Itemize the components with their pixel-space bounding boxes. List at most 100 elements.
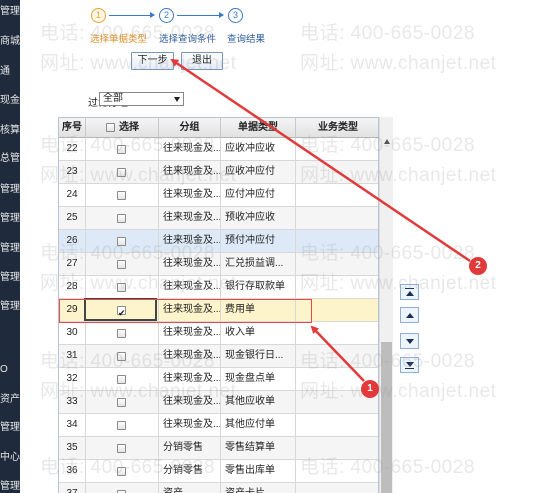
- sidebar-item[interactable]: 商城: [0, 35, 20, 49]
- move-to-bottom-button[interactable]: [400, 357, 419, 373]
- row-group: 分销零售: [159, 437, 221, 460]
- move-down-button[interactable]: [400, 333, 419, 349]
- row-checkbox[interactable]: [117, 467, 126, 476]
- row-checkbox[interactable]: [117, 214, 126, 223]
- table-row[interactable]: 22 往来现金及... 应收冲应收: [59, 138, 378, 161]
- header-doc-type[interactable]: 单据类型: [221, 118, 296, 138]
- row-select-cell[interactable]: [86, 345, 159, 368]
- table-row[interactable]: 36 分销零售 零售出库单: [59, 460, 378, 483]
- sidebar-item[interactable]: 管理: [0, 300, 20, 314]
- grid-scrollbar[interactable]: [379, 117, 393, 493]
- header-index[interactable]: 序号: [59, 118, 86, 138]
- exit-button[interactable]: 退出: [181, 52, 223, 70]
- row-select-cell[interactable]: [86, 483, 159, 493]
- sidebar-item[interactable]: 管理: [0, 183, 20, 197]
- row-select-cell[interactable]: [86, 460, 159, 483]
- table-row[interactable]: 32 往来现金及... 现金盘点单: [59, 368, 378, 391]
- row-checkbox[interactable]: [117, 168, 126, 177]
- table-row[interactable]: 37 资产资产卡片: [59, 483, 378, 493]
- row-checkbox[interactable]: [117, 352, 126, 361]
- row-select-cell[interactable]: [86, 276, 159, 299]
- row-select-cell[interactable]: [86, 207, 159, 230]
- row-biz-type: [296, 483, 378, 493]
- row-biz-type: [296, 414, 378, 437]
- row-checkbox[interactable]: [117, 398, 126, 407]
- table-row[interactable]: 35 分销零售 零售结算单: [59, 437, 378, 460]
- row-select-cell[interactable]: [86, 184, 159, 207]
- row-select-cell[interactable]: [86, 230, 159, 253]
- row-select-cell[interactable]: [86, 138, 159, 161]
- row-select-cell[interactable]: [86, 161, 159, 184]
- table-row[interactable]: 24 往来现金及... 应付冲应付: [59, 184, 378, 207]
- row-group: 往来现金及...: [159, 207, 221, 230]
- sidebar-item[interactable]: 中心: [0, 451, 20, 465]
- row-checkbox[interactable]: [117, 421, 126, 430]
- move-to-top-button[interactable]: [400, 284, 419, 300]
- step-1-circle: 1: [91, 8, 106, 23]
- row-checkbox[interactable]: [117, 260, 126, 269]
- row-group: 往来现金及...: [159, 276, 221, 299]
- row-select-cell[interactable]: [86, 391, 159, 414]
- table-row[interactable]: 27 往来现金及... 汇兑损益调...: [59, 253, 378, 276]
- row-checkbox[interactable]: [117, 375, 126, 384]
- table-row[interactable]: 26 往来现金及... 预付冲应付: [59, 230, 378, 253]
- header-group[interactable]: 分组: [159, 118, 221, 138]
- row-checkbox[interactable]: [117, 237, 126, 246]
- header-select[interactable]: 选择: [86, 118, 159, 138]
- row-doc-type: 零售结算单: [221, 437, 296, 460]
- row-biz-type: [296, 161, 378, 184]
- sidebar-item[interactable]: 现金: [0, 94, 20, 108]
- sidebar-item[interactable]: O: [0, 363, 20, 377]
- row-index: 26: [59, 230, 86, 253]
- row-checkbox[interactable]: [117, 145, 126, 154]
- row-checkbox[interactable]: [117, 329, 126, 338]
- row-index: 24: [59, 184, 86, 207]
- row-select-cell[interactable]: [86, 322, 159, 345]
- row-select-cell[interactable]: [86, 368, 159, 391]
- row-checkbox[interactable]: [117, 444, 126, 453]
- table-row[interactable]: 33 往来现金及... 其他应收单: [59, 391, 378, 414]
- header-biz-type[interactable]: 业务类型: [296, 118, 378, 138]
- row-group: 往来现金及...: [159, 345, 221, 368]
- table-row[interactable]: 31 往来现金及... 现金银行日...: [59, 345, 378, 368]
- row-doc-type: 零售出库单: [221, 460, 296, 483]
- sidebar-item[interactable]: 通: [0, 65, 20, 79]
- sidebar-item[interactable]: 总管: [0, 152, 20, 166]
- row-doc-type: 资产卡片: [221, 483, 296, 493]
- row-index: 34: [59, 414, 86, 437]
- sidebar-item[interactable]: 管理: [0, 421, 20, 435]
- scroll-up-arrow-icon[interactable]: [384, 139, 390, 144]
- move-up-button[interactable]: [400, 307, 419, 323]
- row-checkbox[interactable]: [117, 283, 126, 292]
- table-row[interactable]: 25 往来现金及... 预收冲应收: [59, 207, 378, 230]
- annotation-badge-1: 1: [361, 380, 379, 398]
- sidebar-item[interactable]: 管理: [0, 480, 20, 493]
- next-button[interactable]: 下一步: [131, 52, 174, 70]
- sidebar-item[interactable]: 核算: [0, 124, 20, 138]
- row-biz-type: [296, 207, 378, 230]
- table-row[interactable]: 28 往来现金及... 银行存取款单: [59, 276, 378, 299]
- select-all-checkbox[interactable]: [106, 123, 115, 132]
- sidebar-item[interactable]: 管理: [0, 242, 20, 256]
- scrollbar-thumb[interactable]: [381, 342, 392, 493]
- up-chevron-glyph: [406, 291, 414, 296]
- row-biz-type: [296, 253, 378, 276]
- row-select-cell[interactable]: [86, 253, 159, 276]
- row-select-cell[interactable]: [86, 414, 159, 437]
- row-biz-type: [296, 345, 378, 368]
- filter-group-select[interactable]: 全部: [99, 92, 184, 106]
- row-biz-type: [296, 437, 378, 460]
- table-row[interactable]: 34 往来现金及... 其他应付单: [59, 414, 378, 437]
- row-index: 23: [59, 161, 86, 184]
- row-checkbox[interactable]: [117, 191, 126, 200]
- table-row[interactable]: 23 往来现金及... 应收冲应付: [59, 161, 378, 184]
- sidebar-item[interactable]: 管理: [0, 5, 20, 19]
- table-row[interactable]: 30 往来现金及... 收入单: [59, 322, 378, 345]
- row-select-cell[interactable]: [86, 437, 159, 460]
- sidebar-item[interactable]: 资产: [0, 393, 20, 407]
- row-doc-type: 收入单: [221, 322, 296, 345]
- sidebar-item[interactable]: 管理: [0, 212, 20, 226]
- double-down-arrow-icon: [406, 362, 414, 367]
- sidebar-item[interactable]: 管理: [0, 271, 20, 285]
- row-biz-type: [296, 230, 378, 253]
